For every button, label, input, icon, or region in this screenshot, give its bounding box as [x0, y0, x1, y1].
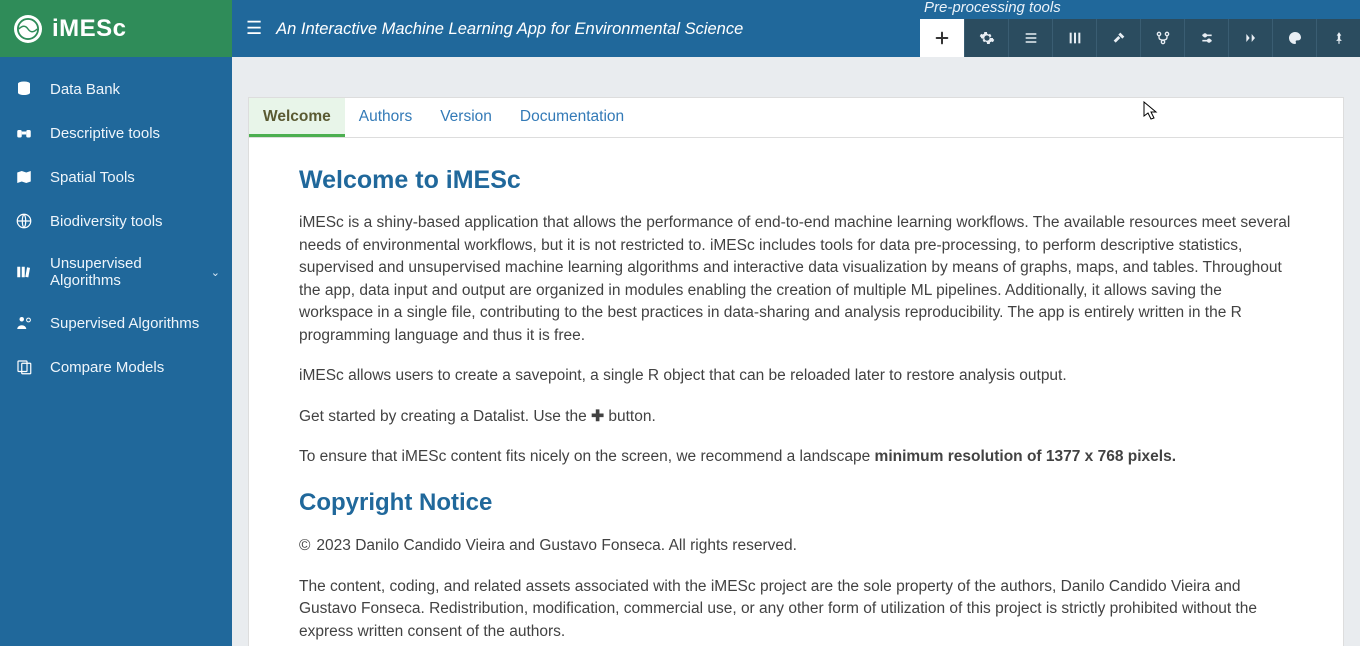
sidebar-item-label: Compare Models	[50, 359, 164, 376]
hamburger-icon[interactable]: ☰	[246, 18, 262, 57]
app-subtitle: An Interactive Machine Learning App for …	[276, 20, 743, 57]
tabstrip: Welcome Authors Version Documentation	[249, 98, 1343, 138]
palette-button[interactable]	[1272, 19, 1316, 57]
sidebar-item-unsupervised[interactable]: Unsupervised Algorithms ⌄	[0, 243, 232, 301]
sidebar-item-descriptive[interactable]: Descriptive tools	[0, 111, 232, 155]
adjust-button[interactable]	[1184, 19, 1228, 57]
sidebar-item-spatial[interactable]: Spatial Tools	[0, 155, 232, 199]
plus-icon: ✚	[591, 408, 604, 425]
branch-button[interactable]	[1140, 19, 1184, 57]
copyright-heading: Copyright Notice	[299, 486, 1293, 521]
app-logo	[14, 15, 42, 43]
welcome-p4: To ensure that iMESc content fits nicely…	[299, 446, 1293, 468]
pin-button[interactable]	[1316, 19, 1360, 57]
content-card: Welcome Authors Version Documentation We…	[248, 97, 1344, 646]
toolbar	[920, 19, 1360, 57]
settings-button[interactable]	[964, 19, 1008, 57]
welcome-p3: Get started by creating a Datalist. Use …	[299, 406, 1293, 428]
tab-authors[interactable]: Authors	[345, 98, 426, 137]
copyright-line: ©2023 Danilo Candido Vieira and Gustavo …	[299, 535, 1293, 557]
sidebar-item-label: Data Bank	[50, 81, 120, 98]
merge-button[interactable]	[1228, 19, 1272, 57]
copyright-icon: ©	[299, 535, 310, 557]
tab-welcome[interactable]: Welcome	[249, 98, 345, 137]
sidebar-item-supervised[interactable]: Supervised Algorithms	[0, 301, 232, 345]
binoculars-icon	[14, 123, 34, 143]
globe-icon	[14, 211, 34, 231]
chevron-down-icon: ⌄	[211, 266, 220, 279]
columns-button[interactable]	[1052, 19, 1096, 57]
books-icon	[14, 262, 34, 282]
sidebar-item-label: Unsupervised Algorithms	[50, 255, 180, 289]
add-button[interactable]	[920, 19, 964, 57]
brand: iMESc	[0, 0, 232, 57]
copyright-p: The content, coding, and related assets …	[299, 576, 1293, 643]
main: ☰ An Interactive Machine Learning App fo…	[232, 0, 1360, 646]
hammer-button[interactable]	[1096, 19, 1140, 57]
toolbar-label: Pre-processing tools	[924, 0, 1061, 16]
list-button[interactable]	[1008, 19, 1052, 57]
toolbar-section: Pre-processing tools	[920, 0, 1360, 57]
map-icon	[14, 167, 34, 187]
tab-documentation[interactable]: Documentation	[506, 98, 638, 137]
tab-content: Welcome to iMESc iMESc is a shiny-based …	[249, 138, 1343, 646]
sidebar-item-label: Spatial Tools	[50, 169, 135, 186]
topbar: ☰ An Interactive Machine Learning App fo…	[232, 0, 1360, 57]
sidebar: iMESc Data Bank Descriptive tools Spatia…	[0, 0, 232, 646]
person-gear-icon	[14, 313, 34, 333]
sidebar-item-compare[interactable]: Compare Models	[0, 345, 232, 389]
sidebar-item-data-bank[interactable]: Data Bank	[0, 67, 232, 111]
nav: Data Bank Descriptive tools Spatial Tool…	[0, 57, 232, 389]
sidebar-item-label: Supervised Algorithms	[50, 315, 199, 332]
sidebar-item-label: Descriptive tools	[50, 125, 160, 142]
welcome-heading: Welcome to iMESc	[299, 162, 1293, 198]
sidebar-item-biodiversity[interactable]: Biodiversity tools	[0, 199, 232, 243]
welcome-p1: iMESc is a shiny-based application that …	[299, 212, 1293, 347]
sidebar-item-label: Biodiversity tools	[50, 213, 163, 230]
app-name: iMESc	[52, 15, 127, 43]
database-icon	[14, 79, 34, 99]
tab-version[interactable]: Version	[426, 98, 506, 137]
page-scroll[interactable]: Welcome Authors Version Documentation We…	[232, 57, 1360, 646]
cards-icon	[14, 357, 34, 377]
welcome-p2: iMESc allows users to create a savepoint…	[299, 365, 1293, 387]
